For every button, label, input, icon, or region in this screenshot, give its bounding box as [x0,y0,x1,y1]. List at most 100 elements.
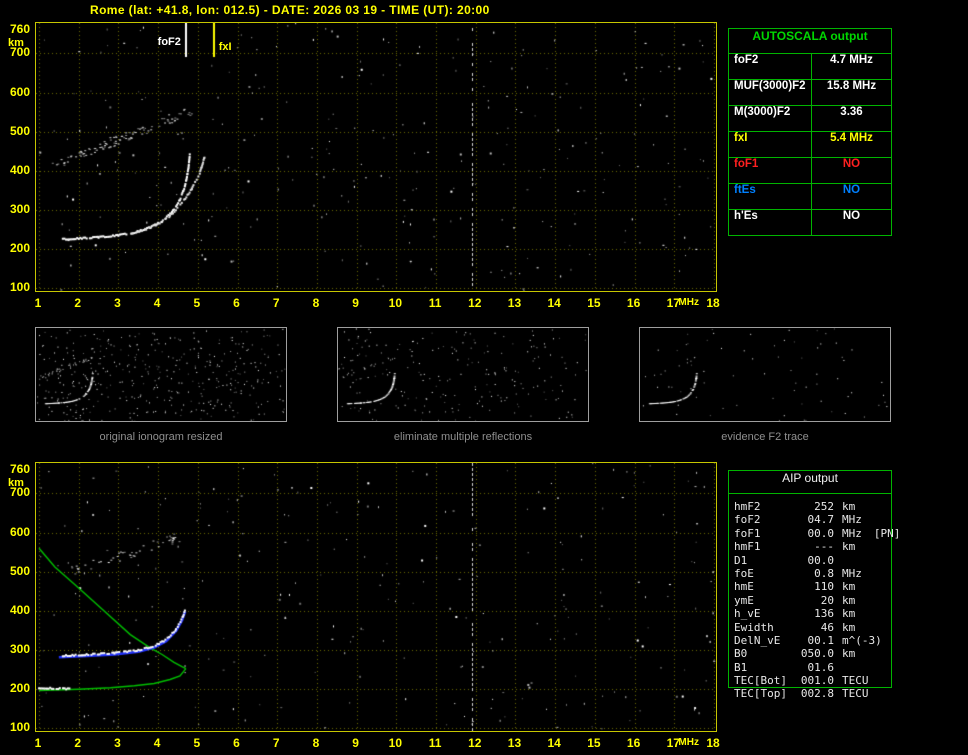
param-value: NO [842,210,861,222]
param-value: 15.8 MHz [826,80,877,92]
axis-tick-label: 300 [9,641,30,656]
aip-row: hmF2 252 km [729,500,891,513]
axis-tick-label: 4 [153,296,161,310]
param-label: h_vE [734,607,761,621]
param-label: foF1 [734,526,761,540]
param-value: 110 [814,580,834,594]
param-label: M(3000)F2 [729,106,812,131]
axis-tick-label: 3 [114,296,121,310]
axis-tick-label: 6 [233,736,240,750]
param-label: fxI [729,132,812,157]
axis-tick-label: 10 [388,736,403,750]
axis-tick-label: 16 [626,296,641,310]
param-unit: m^(-3) [842,633,882,647]
axis-tick-label: 600 [9,84,30,99]
param-unit: km [842,500,856,513]
param-unit: TECU [842,687,869,701]
axis-tick-label: 11 [428,296,442,310]
param-value: 3.36 [840,106,863,118]
param-unit: TECU [842,674,869,688]
thumbnail-f2-trace [639,327,891,422]
param-unit: km [842,607,856,621]
axis-tick-label: 200 [9,680,30,695]
thumbnail-multiple-reflections [337,327,589,422]
param-label: TEC[Top] [734,687,787,701]
ionogram-top-canvas [35,22,717,292]
param-label: B0 [734,647,748,661]
param-value: 00.0 [807,553,835,567]
axis-tick-label: 16 [626,736,641,750]
param-label: foF1 [729,158,812,183]
thumbnail-reflections-canvas [337,327,589,422]
y-axis-unit-label: km [8,37,24,49]
aip-row: D1 00.0 [729,554,891,567]
ionogram-bottom-canvas [35,462,717,732]
axis-tick-label: 760 [9,462,30,476]
axis-tick-label: 1 [34,736,42,750]
thumbnail-original-ionogram [35,327,287,422]
param-value: NO [842,184,861,196]
autoscala-row: ftEs NO [729,184,891,210]
aip-row: h_vE 136 km [729,607,891,620]
aip-row: B1 01.6 [729,661,891,674]
axis-tick-label: 5 [193,736,201,750]
axis-tick-label: 3 [114,736,121,750]
axis-tick-label: 6 [233,296,240,310]
fof2-marker-label: foF2 [157,36,181,48]
autoscala-table-header: AUTOSCALA output [729,29,891,54]
autoscala-row: h'Es NO [729,210,891,235]
axis-tick-label: 2 [74,296,82,310]
thumbnail-original-canvas [35,327,287,422]
axis-tick-label: 760 [9,22,30,36]
param-value: 001.0 [800,674,834,688]
axis-tick-label: 10 [388,296,403,310]
axis-tick-label: 13 [507,296,522,310]
axis-tick-label: 14 [547,296,561,310]
param-unit: MHz [842,566,862,580]
aip-row: hmF1 --- km [729,540,891,553]
axis-tick-label: 7 [272,296,280,310]
aip-row: foF1 00.0 MHz [PN] [729,526,900,540]
x-axis-unit-label: MHz [678,297,699,308]
param-value: 252 [814,500,834,513]
axis-tick-label: 100 [9,720,30,734]
param-label: ymE [734,593,754,607]
aip-row: TEC[Bot] 001.0 TECU [729,674,891,687]
axis-tick-label: 100 [9,280,30,294]
aip-row: TEC[Top] 002.8 TECU [729,687,891,700]
autoscala-table-rows: foF2 4.7 MHz MUF(3000)F2 15.8 MHz M(3000)F2 3… [729,54,891,235]
axis-tick-label: 5 [193,296,201,310]
autoscala-row: fxI 5.4 MHz [729,132,891,158]
param-unit: km [842,593,856,607]
ionogram-bottom-panel: 760 700 600 500 400 300 200 100 km 1 2 3 4 5 6 7 8 9 10 11 1… [8,462,720,750]
param-label: hmE [734,580,754,594]
aip-table-header: AIP output [729,471,891,494]
param-value: NO [842,158,861,170]
aip-table-rows: hmF2 252 km foF2 04.7 MHz foF1 00.0 MHz [PN] hmF1 -… [729,500,900,701]
axis-tick-label: 8 [312,736,320,750]
axis-tick-label: 400 [9,162,30,177]
param-unit: km [842,580,856,594]
param-value: 136 [814,607,834,621]
aip-output-table: AIP output hmF2 252 km foF2 04.7 MHz foF1 00.0 M… [728,470,900,700]
param-unit: MHz [842,526,862,540]
aip-row: foE 0.8 MHz [729,567,891,580]
axis-tick-label: 200 [9,240,30,255]
param-unit: MHz [842,513,862,527]
param-label: TEC[Bot] [734,674,787,688]
axis-tick-label: 12 [468,296,482,310]
axis-tick-label: 9 [352,736,359,750]
param-label: B1 [734,660,748,674]
param-value: 20 [820,593,834,607]
param-label: MUF(3000)F2 [729,80,812,105]
param-value: 050.0 [800,647,834,661]
axis-tick-label: 8 [312,296,320,310]
autoscala-output-table: AUTOSCALA output foF2 4.7 MHz MUF(3000)F2 1… [728,28,892,236]
param-value: --- [814,540,834,554]
param-label: Ewidth [734,620,774,634]
param-value: 4.7 MHz [830,54,873,66]
param-label: foE [734,566,754,580]
axis-tick-label: 18 [706,736,720,750]
axis-tick-label: 12 [468,736,482,750]
aip-row: foF2 04.7 MHz [729,513,891,526]
